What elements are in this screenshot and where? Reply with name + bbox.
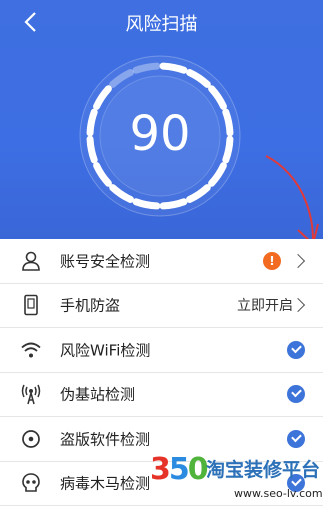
- gauge-segment: [132, 198, 161, 210]
- row-label: 病毒木马检测: [60, 474, 151, 493]
- check-icon: [287, 340, 305, 359]
- disc-icon: [22, 429, 40, 448]
- antenna-icon: [21, 384, 41, 405]
- watermark-brand: 淘宝装修平台: [206, 459, 321, 481]
- gauge-segment: [159, 198, 188, 210]
- watermark-number: 350: [150, 452, 209, 487]
- user-icon: [22, 251, 40, 271]
- watermark-digit: 5: [168, 452, 190, 487]
- wifi-check-row[interactable]: 风险WiFi检测: [0, 328, 323, 373]
- phone-icon: [24, 294, 38, 316]
- skull-icon: [22, 473, 40, 493]
- fake-base-station-row[interactable]: 伪基站检测: [0, 373, 323, 417]
- account-security-row[interactable]: 账号安全检测 !: [0, 239, 323, 284]
- wifi-icon: [21, 342, 41, 358]
- watermark-url: www.seo-lv.com: [234, 487, 323, 500]
- watermark-digit: 0: [187, 452, 209, 487]
- chevron-right-icon: [290, 253, 306, 268]
- enable-now-link[interactable]: 立即开启: [237, 295, 293, 315]
- scan-header: 风险扫描 90: [0, 0, 323, 239]
- annotation-arrow: [265, 155, 319, 239]
- row-label: 盗版软件检测: [60, 430, 151, 449]
- gauge-segment: [159, 62, 188, 74]
- chevron-right-icon: [290, 298, 306, 313]
- gauge-segment: [132, 62, 161, 74]
- row-label: 伪基站检测: [60, 385, 136, 404]
- anti-theft-row[interactable]: 手机防盗 立即开启: [0, 284, 323, 328]
- check-icon: [287, 385, 305, 404]
- warning-icon: !: [263, 251, 281, 270]
- watermark: 350 淘宝装修平台 www.seo-lv.com: [150, 452, 323, 507]
- page-title: 风险扫描: [125, 14, 198, 35]
- row-label: 手机防盗: [60, 296, 121, 315]
- row-label: 账号安全检测: [60, 252, 151, 271]
- watermark-digit: 3: [150, 452, 171, 487]
- score-value: 90: [129, 106, 191, 162]
- row-label: 风险WiFi检测: [60, 341, 151, 360]
- check-icon: [287, 429, 305, 448]
